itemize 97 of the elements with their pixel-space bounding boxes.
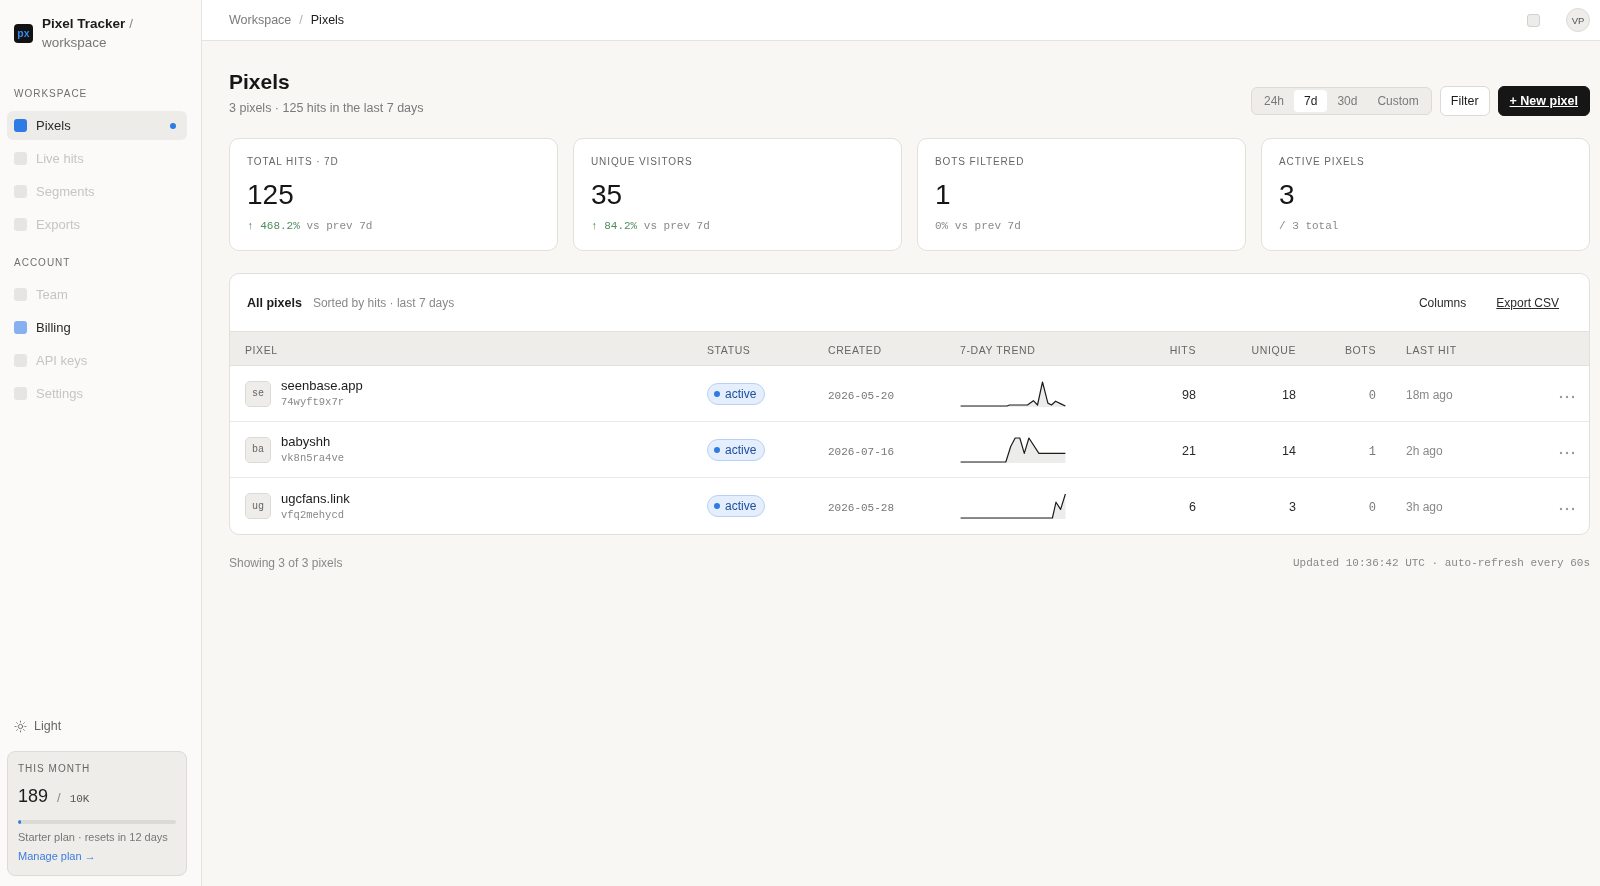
- range-tab[interactable]: 7d: [1294, 90, 1328, 112]
- plan-text: Starter plan · resets in 12 days: [18, 831, 168, 843]
- square-icon[interactable]: [1527, 13, 1540, 27]
- hits-value: 6: [1189, 500, 1196, 514]
- table-subtitle: Sorted by hits · last 7 days: [312, 295, 455, 310]
- stat-label: BOTS FILTERED: [935, 156, 1025, 167]
- stat-change: ↑ 468.2%: [247, 219, 300, 233]
- square-icon: [14, 119, 27, 132]
- export-link[interactable]: Export CSV: [1496, 295, 1559, 310]
- column-header: 7-DAY TREND: [960, 343, 1036, 356]
- brand-separator: /: [129, 16, 134, 31]
- dot-icon: [170, 122, 176, 129]
- pixel-id: vk8n5ra4ve: [281, 451, 344, 465]
- column-header: BOTS: [1345, 343, 1376, 356]
- range-tab[interactable]: 24h: [1254, 90, 1295, 112]
- sun-icon: [14, 719, 27, 733]
- updated-text: Updated 10:36:42 UTC · auto-refresh every 60s: [1292, 557, 1590, 569]
- usage-limit: 10K: [69, 792, 90, 807]
- hits-value: 98: [1182, 387, 1196, 402]
- user-avatar[interactable]: VP: [1566, 8, 1590, 32]
- status-dot-icon: [714, 446, 720, 453]
- pixel-initials: ba: [245, 436, 271, 463]
- pixel-name: babyshh: [281, 434, 331, 450]
- stat-value: 35: [591, 179, 623, 210]
- column-header: LAST HIT: [1406, 343, 1457, 356]
- more-icon: [1559, 507, 1575, 511]
- stat-value: 125: [247, 179, 294, 210]
- row-menu-button[interactable]: [1559, 394, 1575, 399]
- created-date: 2026-07-16: [828, 445, 894, 458]
- breadcrumb-link[interactable]: Pixels: [310, 13, 345, 27]
- stat-value: 1: [935, 179, 951, 210]
- pixel-id: vfq2mehycd: [281, 507, 344, 522]
- nav-item[interactable]: Pixels: [7, 111, 187, 140]
- nav-section-title: ACCOUNT: [14, 257, 71, 268]
- last-hit-time: 18m ago: [1406, 387, 1453, 402]
- stat-label: TOTAL HITS · 7D: [247, 156, 339, 167]
- pixel-name: seenbase.app: [281, 378, 363, 394]
- manage-plan-link[interactable]: Manage plan →: [18, 849, 96, 863]
- column-header: PIXEL: [245, 343, 278, 356]
- column-header: STATUS: [707, 343, 751, 356]
- bots-value: 0: [1368, 388, 1376, 403]
- row-count-text: Showing 3 of 3 pixels: [229, 556, 343, 570]
- stat-value: 3: [1279, 179, 1295, 210]
- theme-toggle[interactable]: Light: [14, 717, 62, 735]
- pixel-id: 74wyft9x7r: [281, 395, 344, 409]
- stat-change: ↑ 84.2%: [591, 219, 638, 233]
- page-subtitle: 3 pixels · 125 hits in the last 7 days: [229, 101, 424, 115]
- usage-count: 189: [18, 785, 49, 807]
- status-dot-icon: [714, 390, 720, 397]
- created-date: 2026-05-28: [828, 502, 894, 514]
- app-logo: px: [14, 23, 33, 43]
- usage-title: THIS MONTH: [18, 763, 91, 774]
- status-dot-icon: [714, 503, 720, 509]
- more-icon: [1559, 394, 1575, 399]
- column-header: CREATED: [828, 343, 882, 356]
- status-label: active: [725, 386, 757, 401]
- last-hit-time: 3h ago: [1406, 500, 1443, 514]
- new-pixel-button[interactable]: + New pixel: [1497, 86, 1590, 116]
- nav-item[interactable]: Billing: [7, 313, 187, 342]
- more-icon: [1559, 450, 1575, 455]
- row-menu-button[interactable]: [1559, 450, 1575, 455]
- pixel-initials: ug: [245, 493, 271, 519]
- status-label: active: [725, 442, 757, 457]
- pixel-initials: se: [245, 380, 271, 407]
- column-header: HITS: [1169, 343, 1196, 356]
- stat-label: ACTIVE PIXELS: [1279, 156, 1365, 167]
- stat-label: UNIQUE VISITORS: [591, 156, 693, 167]
- square-icon: [14, 321, 27, 334]
- breadcrumb-link[interactable]: Workspace: [229, 13, 292, 27]
- app-name: Pixel Tracker: [42, 16, 126, 31]
- filter-button[interactable]: Filter: [1439, 86, 1490, 116]
- usage-separator: /: [57, 789, 61, 807]
- breadcrumb-separator: /: [299, 13, 303, 27]
- unique-value: 18: [1282, 387, 1296, 402]
- columns-button[interactable]: Columns: [1418, 295, 1467, 310]
- created-date: 2026-05-20: [828, 389, 894, 402]
- table-title: All pixels: [247, 295, 302, 310]
- workspace-name: workspace: [42, 35, 107, 50]
- stat-caption: / 3 total: [1279, 219, 1339, 233]
- pixel-name: ugcfans.link: [281, 490, 350, 507]
- row-menu-button[interactable]: [1559, 507, 1575, 511]
- stat-caption: vs prev 7d: [306, 219, 373, 233]
- bots-value: 0: [1368, 501, 1376, 515]
- range-tab[interactable]: Custom: [1367, 90, 1429, 112]
- nav-section-title: WORKSPACE: [14, 88, 88, 99]
- column-header: UNIQUE: [1251, 343, 1296, 356]
- unique-value: 3: [1289, 500, 1296, 514]
- bots-value: 1: [1368, 444, 1376, 459]
- stat-caption: vs prev 7d: [954, 219, 1021, 233]
- status-label: active: [725, 499, 757, 513]
- last-hit-time: 2h ago: [1406, 443, 1443, 458]
- page-title: Pixels: [229, 69, 290, 95]
- stat-caption: vs prev 7d: [643, 219, 710, 233]
- range-tab[interactable]: 30d: [1327, 90, 1368, 112]
- unique-value: 14: [1282, 443, 1296, 458]
- stat-change: 0%: [935, 219, 949, 233]
- hits-value: 21: [1182, 443, 1196, 458]
